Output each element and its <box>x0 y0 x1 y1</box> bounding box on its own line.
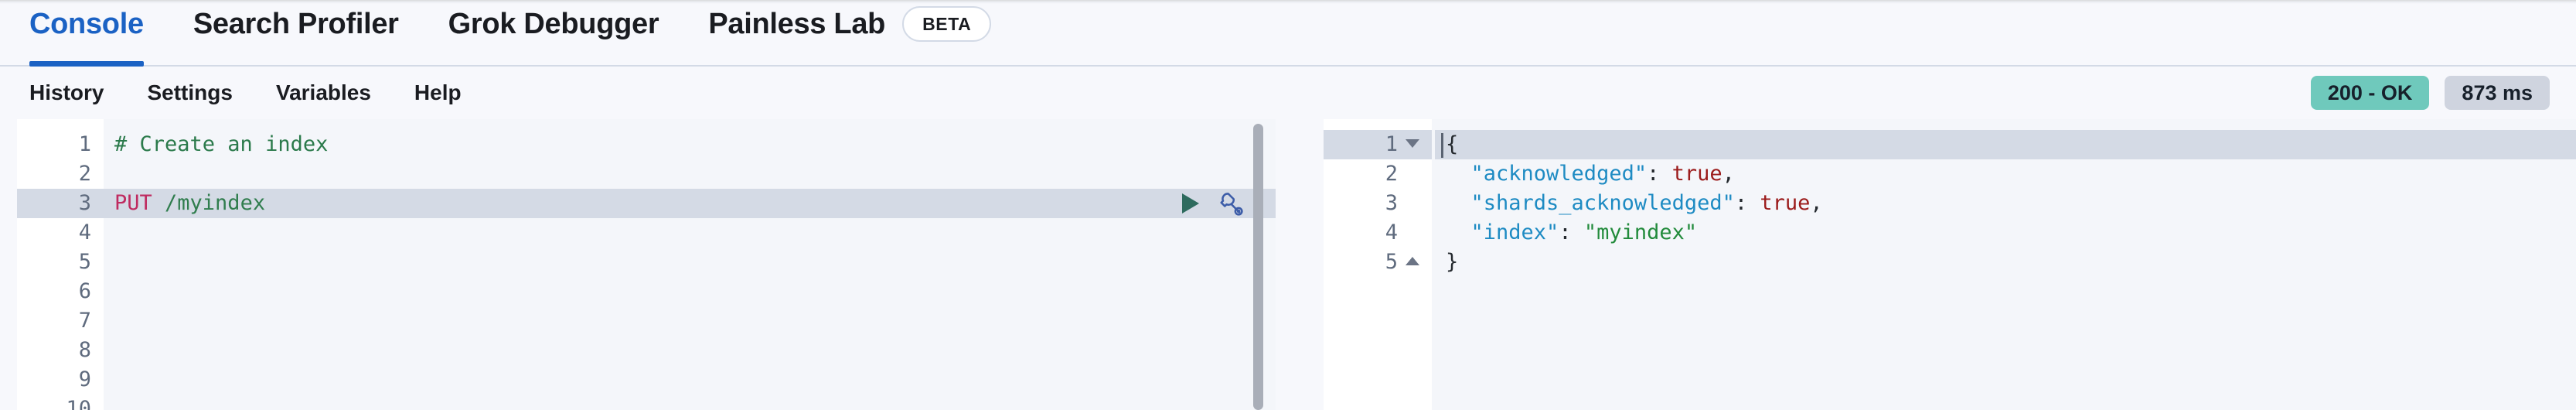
code-token: "acknowledged" <box>1446 162 1647 186</box>
line-number-text: 5 <box>1385 250 1398 274</box>
chevron-down-icon[interactable] <box>1406 139 1419 148</box>
response-code-line[interactable]: "index": "myindex" <box>1435 218 2576 248</box>
response-code-line[interactable]: } <box>1435 248 2576 277</box>
response-code-line[interactable]: "shards_acknowledged": true, <box>1435 189 2576 218</box>
tab-painless-lab[interactable]: Painless Lab BETA <box>708 0 1016 65</box>
editor-code-line[interactable] <box>104 306 1276 336</box>
code-token: : <box>1734 191 1760 215</box>
editor-code-line[interactable] <box>104 277 1276 306</box>
code-token: } <box>1446 250 1459 274</box>
editor-line-number: 7 <box>78 309 91 333</box>
code-token: : <box>1647 162 1672 186</box>
editor-gutter: 1 2 3 4 5 6 7 8 9 10 <box>17 119 104 410</box>
code-token: true <box>1671 162 1722 186</box>
subnav-link-settings[interactable]: Settings <box>147 80 232 105</box>
panel-divider[interactable] <box>1276 119 1324 410</box>
response-line-number[interactable]: 5 <box>1324 248 1432 277</box>
tab-label: Painless Lab <box>708 8 886 40</box>
tab-label: Grok Debugger <box>448 8 659 40</box>
response-line-number: 4 <box>1324 218 1432 248</box>
subnav-link-variables[interactable]: Variables <box>276 80 371 105</box>
line-number-text: 4 <box>1385 220 1398 244</box>
response-code-line[interactable]: { <box>1435 130 2576 159</box>
code-token: { <box>1446 132 1459 156</box>
tab-grok-debugger[interactable]: Grok Debugger <box>448 0 684 65</box>
fold-up-icon[interactable] <box>1398 248 1419 277</box>
code-token: /myindex <box>165 191 266 215</box>
code-token: # Create an index <box>114 132 329 156</box>
editor-scrollbar-thumb[interactable] <box>1253 124 1263 410</box>
editor-code-line[interactable]: PUT /myindex <box>104 189 1276 218</box>
editor-code-area[interactable]: # Create an index PUT /myindex <box>104 119 1276 410</box>
console-app: Console Search Profiler Grok Debugger Painl… <box>0 0 2576 410</box>
status-badge-response-code: 200 - OK <box>2310 76 2430 110</box>
code-token: "shards_acknowledged" <box>1446 191 1735 215</box>
editor-line-number: 10 <box>66 397 91 410</box>
tab-label: Search Profiler <box>193 8 399 40</box>
subnav-link-history[interactable]: History <box>29 80 104 105</box>
editor-line-number: 6 <box>78 279 91 303</box>
editor-code-line[interactable] <box>104 218 1276 248</box>
code-token: , <box>1722 162 1735 186</box>
editor-line-number: 8 <box>78 338 91 362</box>
editor-line-number: 1 <box>78 132 91 156</box>
fold-down-icon[interactable] <box>1398 130 1419 159</box>
editor-code-line[interactable] <box>104 159 1276 189</box>
chevron-up-icon[interactable] <box>1406 257 1419 265</box>
wrench-icon[interactable] <box>1218 191 1243 216</box>
editor-line-number: 3 <box>17 189 104 218</box>
tab-list: Console Search Profiler Grok Debugger Painl… <box>29 0 1041 67</box>
editor-code-line[interactable] <box>104 248 1276 277</box>
editor-vertical-scrollbar[interactable] <box>1253 124 1263 410</box>
response-pane[interactable]: 1 2 3 4 5 { "acknowledged": true, "shards_ac… <box>1324 119 2576 410</box>
response-line-number[interactable]: 1 <box>1324 130 1432 159</box>
editor-code-line[interactable]: # Create an index <box>104 130 1276 159</box>
line-number-text: 2 <box>1385 162 1398 186</box>
editor-line-number: 5 <box>78 250 91 274</box>
editor-code-line[interactable] <box>104 395 1276 410</box>
code-token: "index" <box>1446 220 1559 244</box>
editor-line-actions <box>1180 189 1243 218</box>
tab-label: Console <box>29 8 144 40</box>
editor-line-number: 9 <box>78 367 91 391</box>
request-editor-pane[interactable]: 1 2 3 4 5 6 7 8 9 10 # Create an index PUT /myind… <box>17 119 1276 410</box>
top-tab-bar: Console Search Profiler Grok Debugger Painl… <box>0 0 2576 67</box>
code-token: true <box>1760 191 1811 215</box>
response-line-number: 2 <box>1324 159 1432 189</box>
response-code-line[interactable]: "acknowledged": true, <box>1435 159 2576 189</box>
editor-code-line[interactable] <box>104 365 1276 395</box>
tab-console[interactable]: Console <box>29 0 169 67</box>
response-line-number: 3 <box>1324 189 1432 218</box>
console-panels: 1 2 3 4 5 6 7 8 9 10 # Create an index PUT /myind… <box>0 119 2576 410</box>
editor-line-number: 4 <box>78 220 91 244</box>
editor-code-line[interactable] <box>104 336 1276 365</box>
subnav-link-list: History Settings Variables Help <box>29 80 505 105</box>
editor-line-number: 2 <box>78 162 91 186</box>
left-edge-strip <box>0 119 17 410</box>
play-icon[interactable] <box>1180 192 1201 215</box>
code-token: : <box>1559 220 1584 244</box>
status-badge-duration: 873 ms <box>2445 76 2550 110</box>
beta-badge: BETA <box>902 6 992 42</box>
subnav-link-help[interactable]: Help <box>414 80 462 105</box>
line-number-text: 3 <box>1385 191 1398 215</box>
code-token: , <box>1810 191 1823 215</box>
code-token: "myindex" <box>1583 220 1698 244</box>
code-token: PUT <box>114 191 165 215</box>
console-subnav: History Settings Variables Help 200 - OK 87… <box>0 67 2576 119</box>
response-status-group: 200 - OK 873 ms <box>2310 76 2550 110</box>
text-caret <box>1441 133 1443 158</box>
tab-search-profiler[interactable]: Search Profiler <box>193 0 424 65</box>
response-code-area[interactable]: { "acknowledged": true, "shards_acknowle… <box>1432 119 2576 410</box>
response-gutter: 1 2 3 4 5 <box>1324 119 1432 410</box>
line-number-text: 1 <box>1385 132 1398 156</box>
